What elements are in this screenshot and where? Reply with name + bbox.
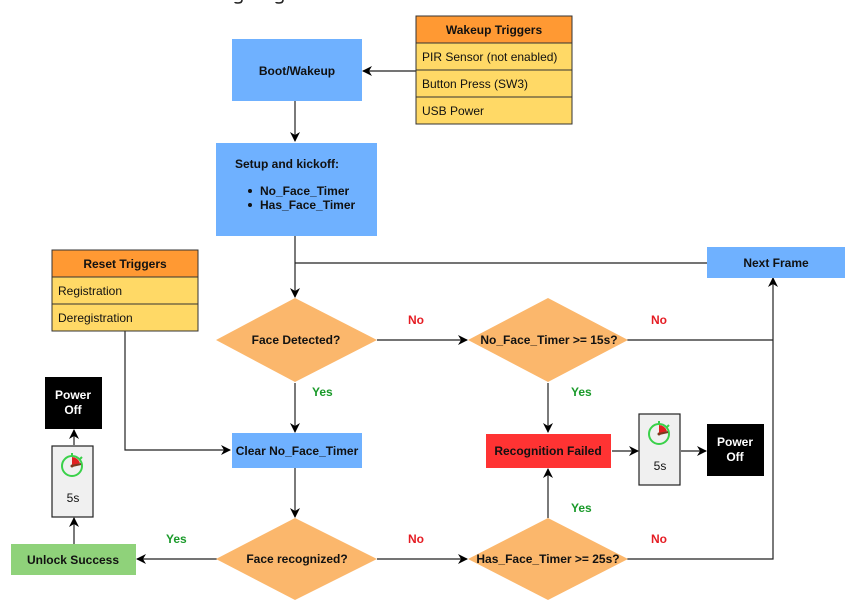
setup-kickoff-node: Setup and kickoff: No_Face_Timer Has_Fac… [216,143,377,236]
wakeup-trigger-item: Button Press (SW3) [422,77,528,91]
svg-text:Off: Off [726,450,744,464]
svg-text:Has_Face_Timer >= 25s?: Has_Face_Timer >= 25s? [476,552,619,566]
timer-label: 5s [67,491,80,505]
edge-label-yes: Yes [166,532,187,546]
svg-text:Recognition Failed: Recognition Failed [494,444,601,458]
wakeup-triggers-table: Wakeup Triggers PIR Sensor (not enabled)… [415,15,573,125]
svg-text:Next Frame: Next Frame [743,256,809,270]
edge-label-no: No [651,313,667,327]
boot-wakeup-node: Boot/Wakeup [232,39,362,101]
cropped-title [234,0,284,4]
reset-triggers-header: Reset Triggers [83,257,167,271]
timer-label: 5s [654,459,667,473]
wakeup-triggers-header: Wakeup Triggers [446,23,543,37]
edge-label-no: No [651,532,667,546]
setup-item: Has_Face_Timer [260,198,356,212]
reset-triggers-table: Reset Triggers Registration Deregistrati… [51,249,199,332]
face-detected-decision: Face Detected? [216,298,377,382]
edge-label-yes: Yes [571,385,592,399]
reset-trigger-item: Deregistration [58,311,133,325]
no-face-timer-decision: No_Face_Timer >= 15s? [468,298,628,382]
wakeup-trigger-item: USB Power [422,104,484,118]
svg-text:Unlock Success: Unlock Success [27,553,119,567]
has-face-timer-decision: Has_Face_Timer >= 25s? [468,518,628,600]
recognition-failed-node: Recognition Failed [486,434,611,468]
svg-text:No_Face_Timer >= 15s?: No_Face_Timer >= 15s? [480,333,617,347]
setup-item: No_Face_Timer [260,184,349,198]
svg-text:Clear No_Face_Timer: Clear No_Face_Timer [236,444,359,458]
next-frame-node: Next Frame [707,247,845,278]
edge-label-yes: Yes [312,385,333,399]
svg-text:Power: Power [55,388,91,402]
edge-label-yes: Yes [571,501,592,515]
timer-node-left: 5s [51,445,94,518]
setup-title: Setup and kickoff: [235,157,339,171]
timer-node-right: 5s [638,413,681,486]
edge-label-no: No [408,532,424,546]
unlock-success-node: Unlock Success [11,544,136,575]
flowchart: Wakeup Triggers PIR Sensor (not enabled)… [11,0,845,600]
edge-label-no: No [408,313,424,327]
power-off-node-right: Power Off [707,424,764,476]
svg-text:Off: Off [64,403,82,417]
svg-text:Power: Power [717,435,753,449]
wakeup-trigger-item: PIR Sensor (not enabled) [422,50,557,64]
reset-trigger-item: Registration [58,284,122,298]
svg-text:Boot/Wakeup: Boot/Wakeup [259,64,335,78]
clear-no-face-timer-node: Clear No_Face_Timer [232,433,362,468]
power-off-node-left: Power Off [45,377,102,429]
svg-text:Face recognized?: Face recognized? [246,552,347,566]
face-recognized-decision: Face recognized? [216,518,377,600]
svg-text:Face Detected?: Face Detected? [252,333,341,347]
